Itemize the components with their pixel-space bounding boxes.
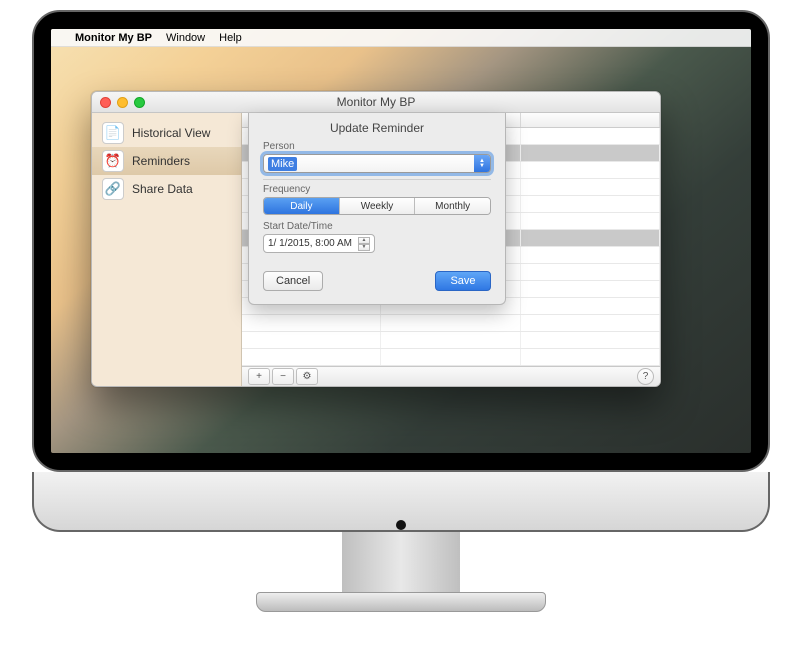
imac-bezel: Monitor My BP Window Help Monitor My BP	[32, 10, 770, 472]
add-button[interactable]: +	[248, 368, 270, 385]
imac-stand-neck	[342, 532, 460, 592]
action-button[interactable]: ⚙	[296, 368, 318, 385]
imac-stand-base	[256, 592, 546, 612]
clock-icon: ⏰	[102, 150, 124, 172]
table-header-cell[interactable]	[521, 113, 660, 127]
chart-icon: 📄	[102, 122, 124, 144]
app-window: Monitor My BP 📄 Historical View ⏰ Remind…	[91, 91, 661, 387]
chevron-down-icon: ▼	[358, 244, 370, 251]
table-row[interactable]	[242, 349, 660, 366]
sidebar: 📄 Historical View ⏰ Reminders 🔗 Share Da…	[92, 113, 242, 386]
chevron-up-icon: ▲	[358, 237, 370, 244]
window-title: Monitor My BP	[92, 95, 660, 109]
frequency-option-weekly[interactable]: Weekly	[340, 198, 416, 214]
main-content: + − ⚙ ? Update Reminder Person Mike	[242, 113, 660, 386]
stepper[interactable]: ▲ ▼	[358, 237, 370, 251]
table-row[interactable]	[242, 332, 660, 349]
update-reminder-sheet: Update Reminder Person Mike ▲▼ Frequency…	[248, 113, 506, 305]
sidebar-item-label: Share Data	[132, 182, 193, 196]
desktop-screen: Monitor My BP Window Help Monitor My BP	[51, 29, 751, 453]
chevron-up-down-icon: ▲▼	[474, 155, 490, 172]
start-date-time-field[interactable]: 1/ 1/2015, 8:00 AM ▲ ▼	[263, 234, 375, 253]
person-label: Person	[263, 141, 491, 152]
divider	[263, 179, 491, 180]
frequency-option-monthly[interactable]: Monthly	[415, 198, 490, 214]
sheet-button-row: Cancel Save	[263, 271, 491, 291]
sidebar-item-historical-view[interactable]: 📄 Historical View	[92, 119, 241, 147]
imac-frame: Monitor My BP Window Help Monitor My BP	[32, 10, 770, 612]
table-row[interactable]	[242, 315, 660, 332]
start-date-time-value: 1/ 1/2015, 8:00 AM	[268, 238, 352, 249]
person-popup[interactable]: Mike ▲▼	[263, 154, 491, 173]
sidebar-item-label: Reminders	[132, 154, 190, 168]
remove-button[interactable]: −	[272, 368, 294, 385]
menubar-item-window[interactable]: Window	[166, 32, 205, 44]
table-footer: + − ⚙ ?	[242, 366, 660, 386]
sidebar-item-share-data[interactable]: 🔗 Share Data	[92, 175, 241, 203]
start-date-label: Start Date/Time	[263, 221, 491, 232]
person-selected-value: Mike	[268, 157, 297, 171]
share-icon: 🔗	[102, 178, 124, 200]
frequency-option-daily[interactable]: Daily	[264, 198, 340, 214]
menubar-app-name[interactable]: Monitor My BP	[75, 32, 152, 44]
help-button[interactable]: ?	[637, 368, 654, 385]
titlebar: Monitor My BP	[92, 92, 660, 113]
sidebar-item-reminders[interactable]: ⏰ Reminders	[92, 147, 241, 175]
save-button[interactable]: Save	[435, 271, 491, 291]
sheet-title: Update Reminder	[263, 121, 491, 135]
menubar-item-help[interactable]: Help	[219, 32, 242, 44]
sidebar-item-label: Historical View	[132, 126, 210, 140]
frequency-segmented: Daily Weekly Monthly	[263, 197, 491, 215]
cancel-button[interactable]: Cancel	[263, 271, 323, 291]
menubar: Monitor My BP Window Help	[51, 29, 751, 47]
window-body: 📄 Historical View ⏰ Reminders 🔗 Share Da…	[92, 113, 660, 386]
frequency-label: Frequency	[263, 184, 491, 195]
